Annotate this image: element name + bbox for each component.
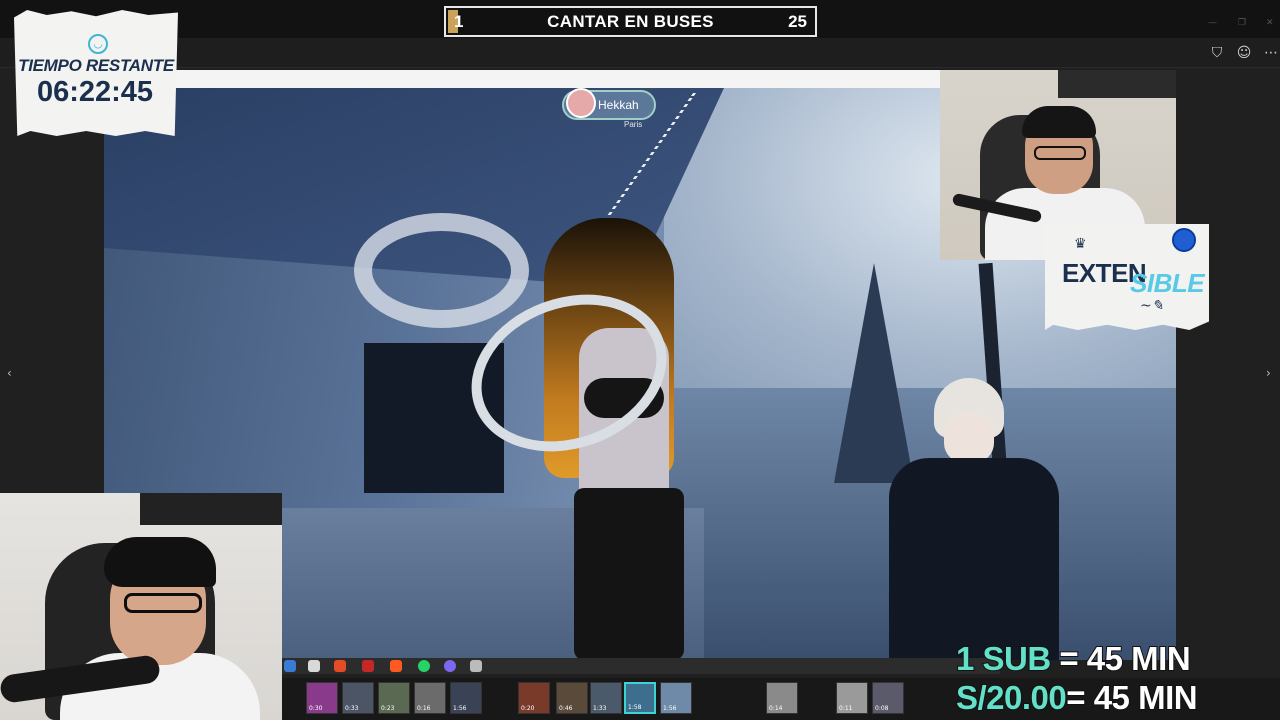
challenge-banner: 1 CANTAR EN BUSES 25 [444,6,817,37]
promo-donation-rest: = 45 MIN [1065,678,1198,717]
more-icon[interactable]: ⋯ [1262,44,1280,62]
filmstrip-thumb-active[interactable]: 1:58 [624,682,656,714]
timer-label: TIEMPO RESTANTE [18,56,174,75]
nametag-sub: Paris [624,120,643,129]
filmstrip-thumb[interactable]: 0:23 [378,682,410,714]
promo-donation-line: S/20.00= 45 MIN [955,678,1199,717]
close-icon[interactable]: ✕ [1266,18,1274,28]
filmstrip-thumb[interactable]: 0:20 [518,682,550,714]
filmstrip-thumb[interactable]: 1:56 [660,682,692,714]
signature-icon: ~✎ [1140,298,1164,314]
viewer-header-strip [176,70,940,88]
promo-sub-rest: = 45 MIN [1050,639,1191,678]
filmstrip-thumb[interactable]: 0:46 [556,682,588,714]
pushpin-icon [1172,228,1196,252]
filmstrip-thumb[interactable]: 0:08 [872,682,904,714]
avatar-boy [889,378,1059,660]
promo-sub-line: 1 SUB = 45 MIN [955,639,1192,678]
filmstrip-thumb[interactable]: 0:16 [414,682,446,714]
smiley-icon: ◡ [88,34,108,54]
app-icon[interactable] [284,660,296,672]
maximize-icon[interactable]: ❐ [1238,18,1246,28]
whatsapp-icon[interactable] [418,660,430,672]
promo-sub-accent: 1 SUB [955,639,1052,678]
emoji-icon[interactable]: ☺ [1235,44,1253,62]
timer-value: 06:22:45 [36,76,154,108]
banner-right-count: 25 [788,12,807,31]
banner-left-count: 1 [454,12,464,31]
filmstrip-thumb[interactable]: 0:33 [342,682,374,714]
banner-title: CANTAR EN BUSES [547,11,714,31]
stream-frame: — ❐ ✕ ⛉ ☺ ⋯ Hekkah Paris ‹ › 0:30 0:33 0… [0,0,1280,720]
avatar-girl [449,208,724,660]
webcam-streamer [0,493,282,720]
filmstrip-thumb[interactable]: 0:30 [306,682,338,714]
filmstrip-thumb[interactable]: 0:14 [766,682,798,714]
prev-arrow-icon[interactable]: ‹ [7,366,12,380]
nametag-avatar [566,88,596,118]
minimize-icon[interactable]: — [1208,18,1217,28]
chrome-icon[interactable] [334,660,346,672]
app-icon-red[interactable] [362,660,374,672]
ring-lamp [354,213,529,328]
filmstrip-thumb[interactable]: 0:11 [836,682,868,714]
nametag-name: Hekkah [598,98,639,112]
mail-icon[interactable] [308,660,320,672]
crown-icon: ♛ [1074,236,1087,252]
filmstrip-thumb[interactable]: 1:56 [450,682,482,714]
brave-icon[interactable] [390,660,402,672]
promo-donation-accent: S/20.00 [955,678,1068,717]
viewer-toolbar: ⛉ ☺ ⋯ [0,38,1280,68]
window-icon[interactable] [470,660,482,672]
next-arrow-icon[interactable]: › [1266,366,1271,380]
filmstrip-thumb[interactable]: 1:33 [590,682,622,714]
sponsor-name-part2: SIBLE [1130,268,1205,298]
browser-icon[interactable] [444,660,456,672]
bookmark-icon[interactable]: ⛉ [1208,44,1226,62]
